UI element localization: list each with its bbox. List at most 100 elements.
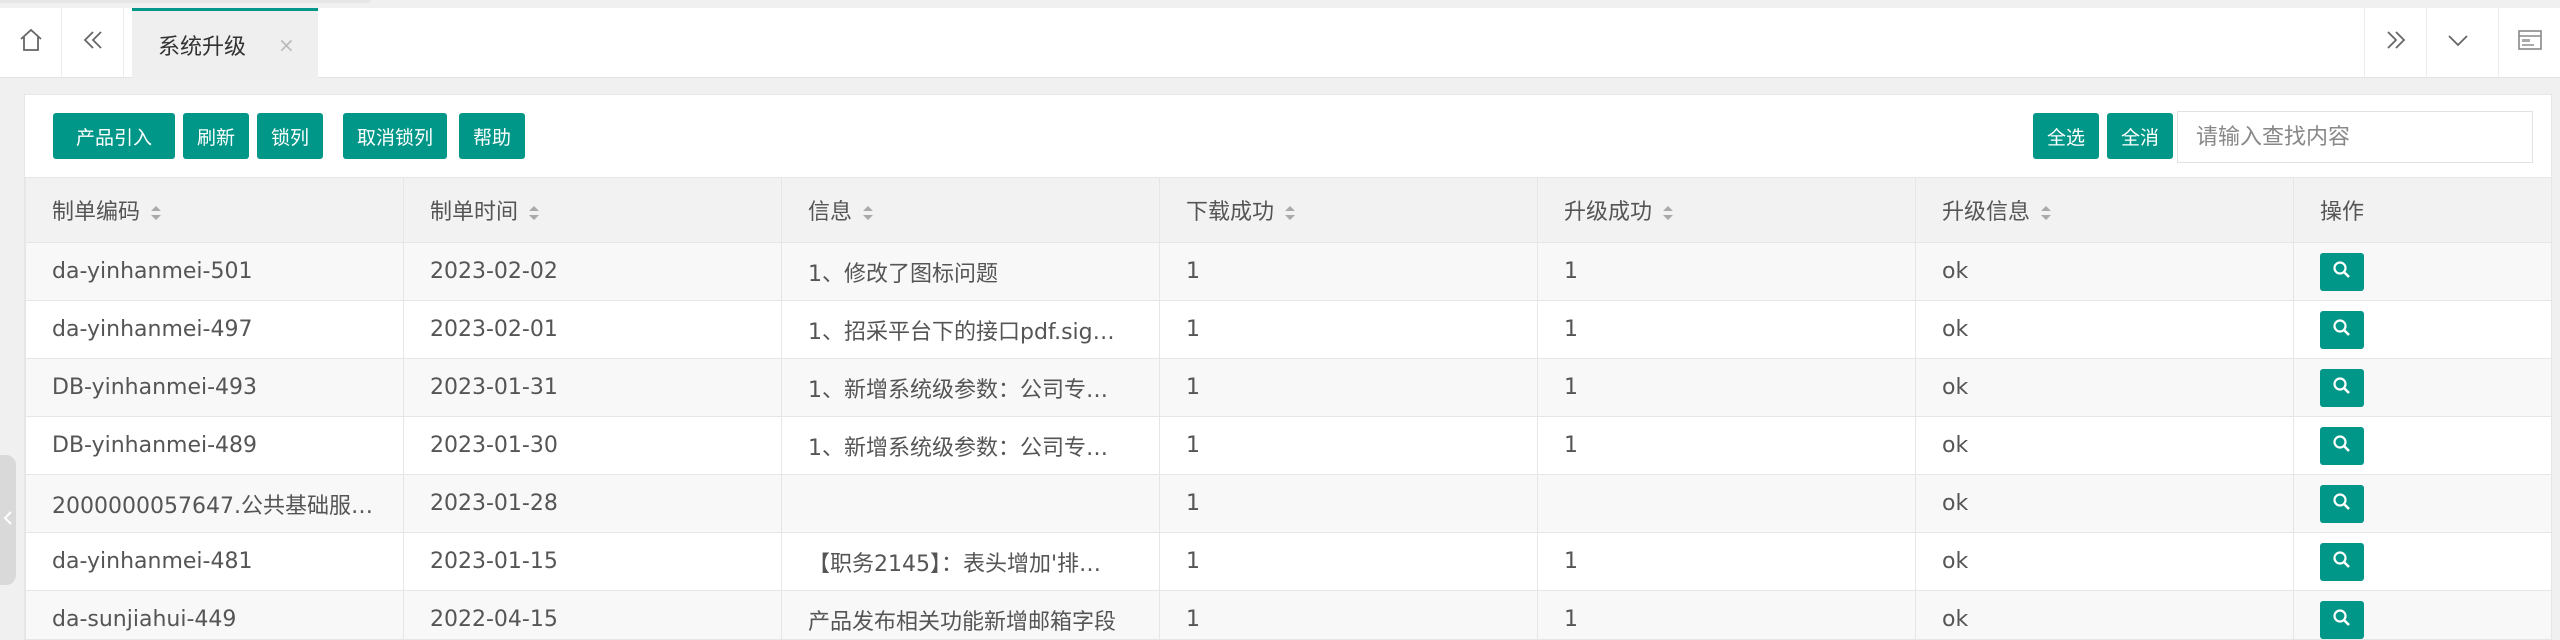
cell-download: 1 bbox=[1159, 242, 1538, 301]
main-panel: 产品引入 刷新 锁列 取消锁列 帮助 全选 全消 制单编码 制单时间 信息 下载… bbox=[24, 94, 2552, 640]
search-icon bbox=[2332, 376, 2352, 399]
cell-upgrade-info: ok bbox=[1915, 474, 2294, 533]
cell-upgrade-info: ok bbox=[1915, 590, 2294, 639]
cell-info: 产品发布相关功能新增邮箱字段 bbox=[781, 590, 1160, 639]
cell-code: 2000000057647.公共基础服… bbox=[25, 474, 404, 533]
cell-download: 1 bbox=[1159, 532, 1538, 591]
cell-upgrade-info: ok bbox=[1915, 358, 2294, 417]
cell-actions bbox=[2293, 532, 2551, 591]
refresh-button[interactable]: 刷新 bbox=[183, 113, 249, 159]
column-header-download[interactable]: 下载成功 bbox=[1159, 177, 1538, 243]
sort-icon[interactable] bbox=[528, 205, 540, 221]
cell-upgrade-info: ok bbox=[1915, 532, 2294, 591]
cell-info: 1、修改了图标问题 bbox=[781, 242, 1160, 301]
tabs-dropdown-button[interactable] bbox=[2426, 8, 2488, 78]
cell-info: 1、新增系统级参数：公司专… bbox=[781, 358, 1160, 417]
table-row[interactable]: da-yinhanmei-481 2023-01-15 【职务2145】：表头增… bbox=[25, 532, 2551, 591]
cell-date: 2022-04-15 bbox=[403, 590, 782, 639]
cell-actions bbox=[2293, 358, 2551, 417]
view-button[interactable] bbox=[2320, 484, 2364, 523]
cell-code: da-sunjiahui-449 bbox=[25, 590, 404, 639]
column-header-date[interactable]: 制单时间 bbox=[403, 177, 782, 243]
select-all-button[interactable]: 全选 bbox=[2033, 113, 2099, 159]
search-icon bbox=[2332, 434, 2352, 457]
cell-upgrade bbox=[1537, 474, 1916, 533]
chevron-down-icon bbox=[2445, 27, 2471, 59]
top-divider bbox=[0, 0, 370, 3]
search-icon bbox=[2332, 608, 2352, 631]
view-button[interactable] bbox=[2320, 426, 2364, 465]
cell-upgrade: 1 bbox=[1537, 242, 1916, 301]
table-row[interactable]: DB-yinhanmei-489 2023-01-30 1、新增系统级参数：公司… bbox=[25, 416, 2551, 475]
view-button[interactable] bbox=[2320, 252, 2364, 291]
table-row[interactable]: DB-yinhanmei-493 2023-01-31 1、新增系统级参数：公司… bbox=[25, 358, 2551, 417]
window-icon bbox=[2516, 27, 2544, 59]
import-product-button[interactable]: 产品引入 bbox=[53, 113, 175, 159]
sort-icon[interactable] bbox=[1662, 205, 1674, 221]
cell-info: 1、新增系统级参数：公司专… bbox=[781, 416, 1160, 475]
search-icon bbox=[2332, 260, 2352, 283]
search-icon bbox=[2332, 318, 2352, 341]
cell-actions bbox=[2293, 590, 2551, 639]
cell-info bbox=[781, 474, 1160, 533]
sort-icon[interactable] bbox=[862, 205, 874, 221]
cell-code: DB-yinhanmei-489 bbox=[25, 416, 404, 475]
column-header-info[interactable]: 信息 bbox=[781, 177, 1160, 243]
cell-actions bbox=[2293, 300, 2551, 359]
cell-info: 【职务2145】：表头增加'排… bbox=[781, 532, 1160, 591]
tab-close-icon[interactable]: × bbox=[278, 33, 295, 57]
cell-date: 2023-01-15 bbox=[403, 532, 782, 591]
tab-system-upgrade[interactable]: 系统升级 × bbox=[132, 8, 318, 78]
column-header-upgrade-info[interactable]: 升级信息 bbox=[1915, 177, 2294, 243]
cell-info: 1、招采平台下的接口pdf.sig… bbox=[781, 300, 1160, 359]
tabs-scroll-right-button[interactable] bbox=[2364, 8, 2426, 78]
search-icon bbox=[2332, 492, 2352, 515]
cell-download: 1 bbox=[1159, 474, 1538, 533]
view-button[interactable] bbox=[2320, 600, 2364, 639]
cell-code: DB-yinhanmei-493 bbox=[25, 358, 404, 417]
tabs-scroll-left-button[interactable] bbox=[62, 8, 124, 78]
cell-download: 1 bbox=[1159, 300, 1538, 359]
cell-actions bbox=[2293, 474, 2551, 533]
sort-icon[interactable] bbox=[2040, 205, 2052, 221]
double-chevron-left-icon bbox=[80, 27, 106, 59]
cell-download: 1 bbox=[1159, 416, 1538, 475]
sort-icon[interactable] bbox=[150, 205, 162, 221]
cell-code: da-yinhanmei-481 bbox=[25, 532, 404, 591]
view-button[interactable] bbox=[2320, 368, 2364, 407]
home-button[interactable] bbox=[0, 8, 62, 78]
column-header-actions: 操作 bbox=[2293, 177, 2551, 243]
cell-date: 2023-02-02 bbox=[403, 242, 782, 301]
clear-selection-button[interactable]: 全消 bbox=[2107, 113, 2173, 159]
view-button[interactable] bbox=[2320, 310, 2364, 349]
cell-download: 1 bbox=[1159, 590, 1538, 639]
table-row[interactable]: da-sunjiahui-449 2022-04-15 产品发布相关功能新增邮箱… bbox=[25, 590, 2551, 639]
cell-upgrade: 1 bbox=[1537, 358, 1916, 417]
cell-code: da-yinhanmei-497 bbox=[25, 300, 404, 359]
cell-date: 2023-01-31 bbox=[403, 358, 782, 417]
cell-upgrade-info: ok bbox=[1915, 416, 2294, 475]
cell-date: 2023-02-01 bbox=[403, 300, 782, 359]
cell-upgrade: 1 bbox=[1537, 300, 1916, 359]
home-icon bbox=[18, 27, 44, 59]
column-header-code[interactable]: 制单编码 bbox=[25, 177, 404, 243]
sidebar-collapse-handle[interactable] bbox=[0, 455, 16, 585]
cell-upgrade: 1 bbox=[1537, 416, 1916, 475]
table-row[interactable]: 2000000057647.公共基础服… 2023-01-28 1 ok bbox=[25, 474, 2551, 533]
search-input[interactable] bbox=[2177, 111, 2533, 163]
unlock-columns-button[interactable]: 取消锁列 bbox=[343, 113, 447, 159]
window-button[interactable] bbox=[2498, 8, 2560, 78]
cell-actions bbox=[2293, 416, 2551, 475]
cell-download: 1 bbox=[1159, 358, 1538, 417]
search-icon bbox=[2332, 550, 2352, 573]
table-row[interactable]: da-yinhanmei-497 2023-02-01 1、招采平台下的接口pd… bbox=[25, 300, 2551, 359]
view-button[interactable] bbox=[2320, 542, 2364, 581]
column-header-upgrade[interactable]: 升级成功 bbox=[1537, 177, 1916, 243]
sort-icon[interactable] bbox=[1284, 205, 1296, 221]
double-chevron-right-icon bbox=[2383, 27, 2409, 59]
tab-bar: 系统升级 × bbox=[0, 8, 2560, 78]
lock-columns-button[interactable]: 锁列 bbox=[257, 113, 323, 159]
table-row[interactable]: da-yinhanmei-501 2023-02-02 1、修改了图标问题 1 … bbox=[25, 242, 2551, 301]
cell-upgrade: 1 bbox=[1537, 532, 1916, 591]
help-button[interactable]: 帮助 bbox=[459, 113, 525, 159]
